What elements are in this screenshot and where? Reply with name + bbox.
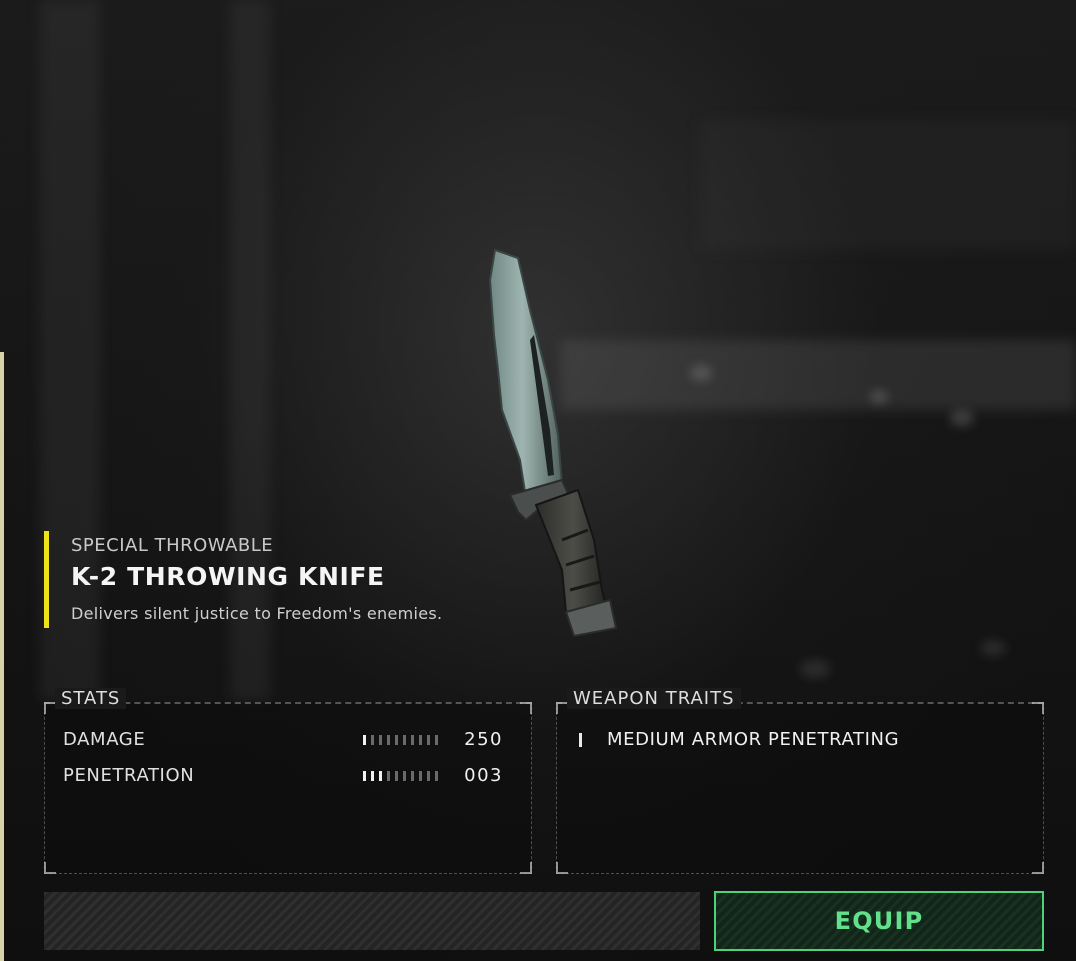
item-accent-bar — [44, 531, 49, 628]
background-light — [950, 410, 974, 426]
meter-segment-filled — [371, 771, 374, 781]
meter-segment-empty — [403, 735, 406, 745]
stat-meter — [363, 771, 438, 781]
equip-label: EQUIP — [834, 907, 924, 935]
panel-corner — [1032, 862, 1044, 874]
meter-segment-empty — [427, 735, 430, 745]
item-name: K-2 THROWING KNIFE — [71, 562, 385, 591]
meter-segment-empty — [435, 735, 438, 745]
trait-bullet-icon — [579, 733, 582, 747]
meter-segment-empty — [371, 735, 374, 745]
stats-title: STATS — [55, 688, 127, 709]
stat-label: DAMAGE — [63, 729, 146, 750]
panel-corner — [44, 862, 56, 874]
panel-corner — [556, 862, 568, 874]
background-panel — [700, 120, 1076, 250]
stat-value: 003 — [464, 765, 503, 786]
item-category: SPECIAL THROWABLE — [71, 535, 274, 556]
meter-segment-empty — [395, 771, 398, 781]
loadout-screen: SPECIAL THROWABLE K-2 THROWING KNIFE Del… — [0, 0, 1076, 961]
meter-segment-filled — [363, 735, 366, 745]
stat-row-damage: DAMAGE 250 — [63, 729, 513, 753]
meter-segment-empty — [387, 771, 390, 781]
background-light — [690, 365, 712, 381]
meter-segment-filled — [363, 771, 366, 781]
meter-segment-empty — [435, 771, 438, 781]
meter-segment-empty — [411, 771, 414, 781]
panel-corner — [520, 702, 532, 714]
meter-segment-empty — [395, 735, 398, 745]
background-light — [800, 660, 830, 678]
disabled-action-slot — [44, 892, 700, 950]
meter-segment-empty — [403, 771, 406, 781]
meter-segment-empty — [427, 771, 430, 781]
item-heading: SPECIAL THROWABLE K-2 THROWING KNIFE Del… — [44, 531, 564, 628]
equip-button[interactable]: EQUIP — [714, 891, 1044, 951]
background-light — [980, 640, 1006, 656]
meter-segment-empty — [411, 735, 414, 745]
stat-row-penetration: PENETRATION 003 — [63, 765, 513, 789]
trait-label: MEDIUM ARMOR PENETRATING — [607, 729, 900, 750]
meter-segment-empty — [379, 735, 382, 745]
stat-value: 250 — [464, 729, 503, 750]
background-light — [870, 390, 888, 404]
meter-segment-filled — [379, 771, 382, 781]
meter-segment-empty — [419, 735, 422, 745]
meter-segment-empty — [387, 735, 390, 745]
weapon-traits-title: WEAPON TRAITS — [567, 688, 741, 709]
stat-label: PENETRATION — [63, 765, 195, 786]
stats-panel: STATS DAMAGE 250 PENETRATION 003 — [44, 688, 532, 874]
item-description: Delivers silent justice to Freedom's ene… — [71, 604, 443, 623]
left-edge-indicator — [0, 352, 4, 961]
weapon-traits-panel: WEAPON TRAITS MEDIUM ARMOR PENETRATING — [556, 688, 1044, 874]
meter-segment-empty — [419, 771, 422, 781]
panel-corner — [520, 862, 532, 874]
panel-corner — [1032, 702, 1044, 714]
stat-meter — [363, 735, 438, 745]
